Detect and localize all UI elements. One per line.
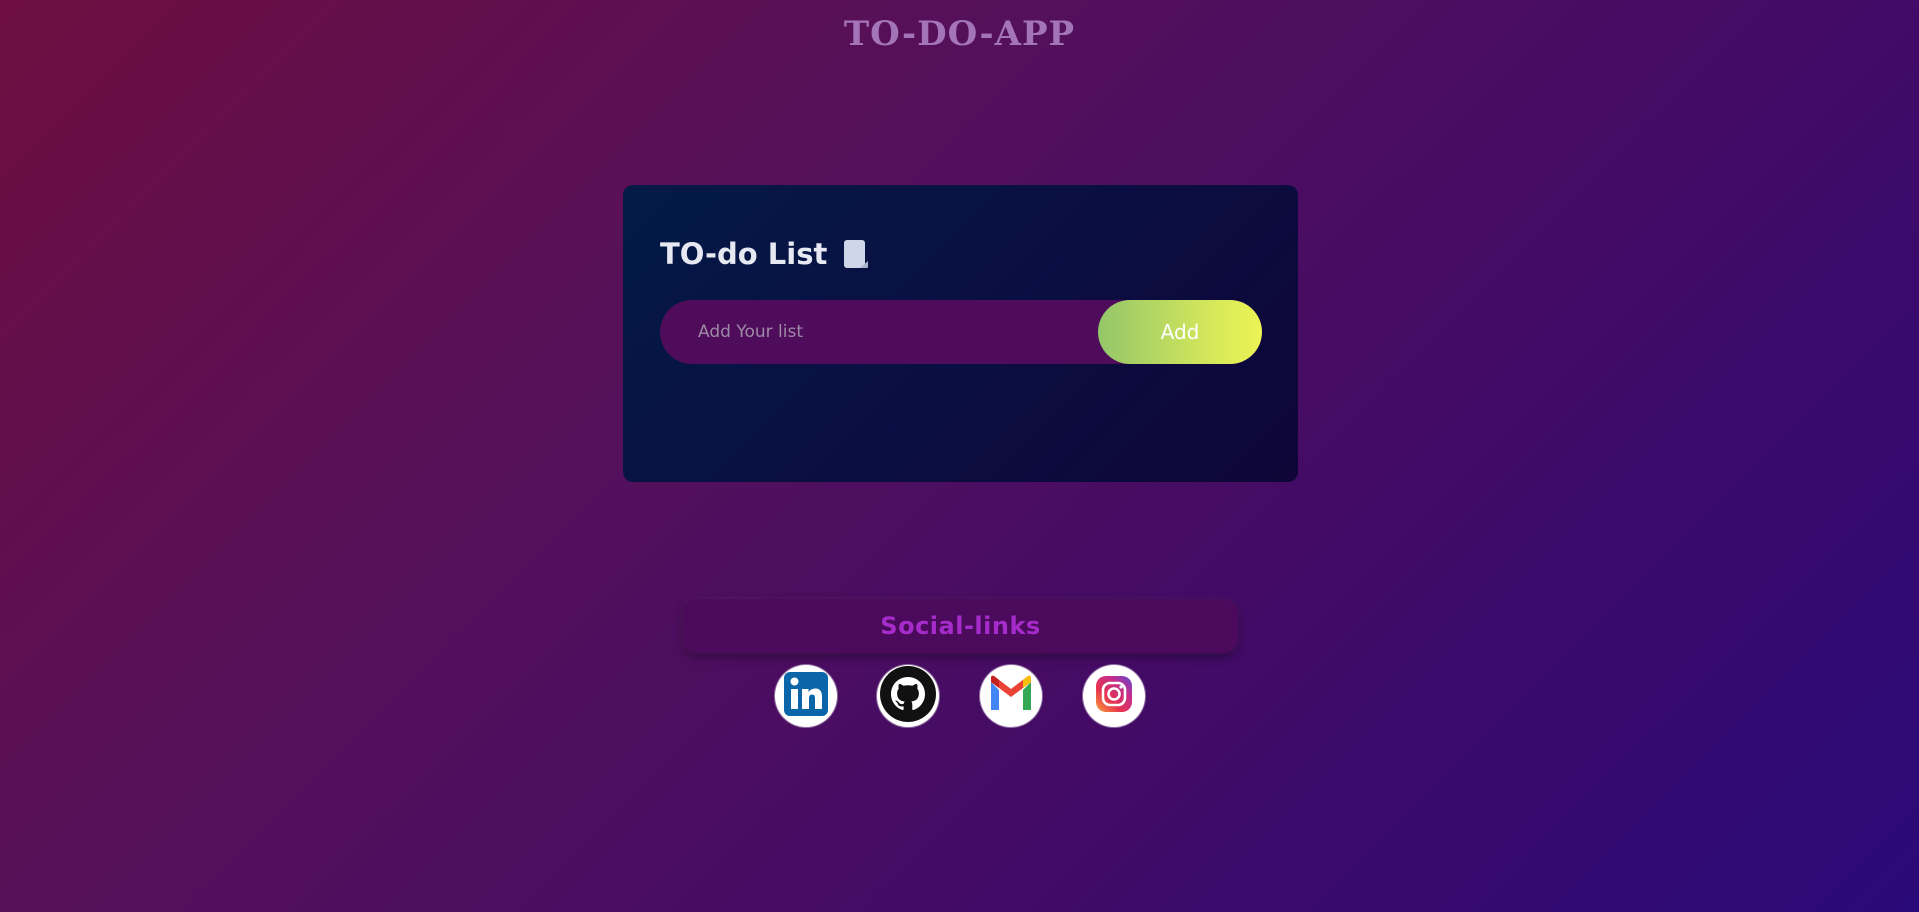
note-icon xyxy=(843,239,869,269)
github-link[interactable] xyxy=(877,665,939,727)
social-links-header: Social-links xyxy=(683,599,1238,653)
gmail-link[interactable] xyxy=(980,665,1042,727)
linkedin-link[interactable] xyxy=(775,665,837,727)
gmail-icon xyxy=(986,674,1036,718)
social-links-title: Social-links xyxy=(880,612,1041,640)
todo-heading: TO-do List xyxy=(660,237,869,271)
linkedin-icon xyxy=(781,669,831,723)
social-icons xyxy=(0,665,1919,729)
github-icon xyxy=(879,665,937,727)
instagram-icon xyxy=(1094,674,1134,718)
todo-card: TO-do List Add xyxy=(623,185,1298,482)
instagram-link[interactable] xyxy=(1083,665,1145,727)
app-title: TO-DO-APP xyxy=(843,14,1076,54)
todo-heading-label: TO-do List xyxy=(660,237,828,271)
add-button[interactable]: Add xyxy=(1098,300,1262,364)
add-task-row: Add xyxy=(660,300,1262,364)
